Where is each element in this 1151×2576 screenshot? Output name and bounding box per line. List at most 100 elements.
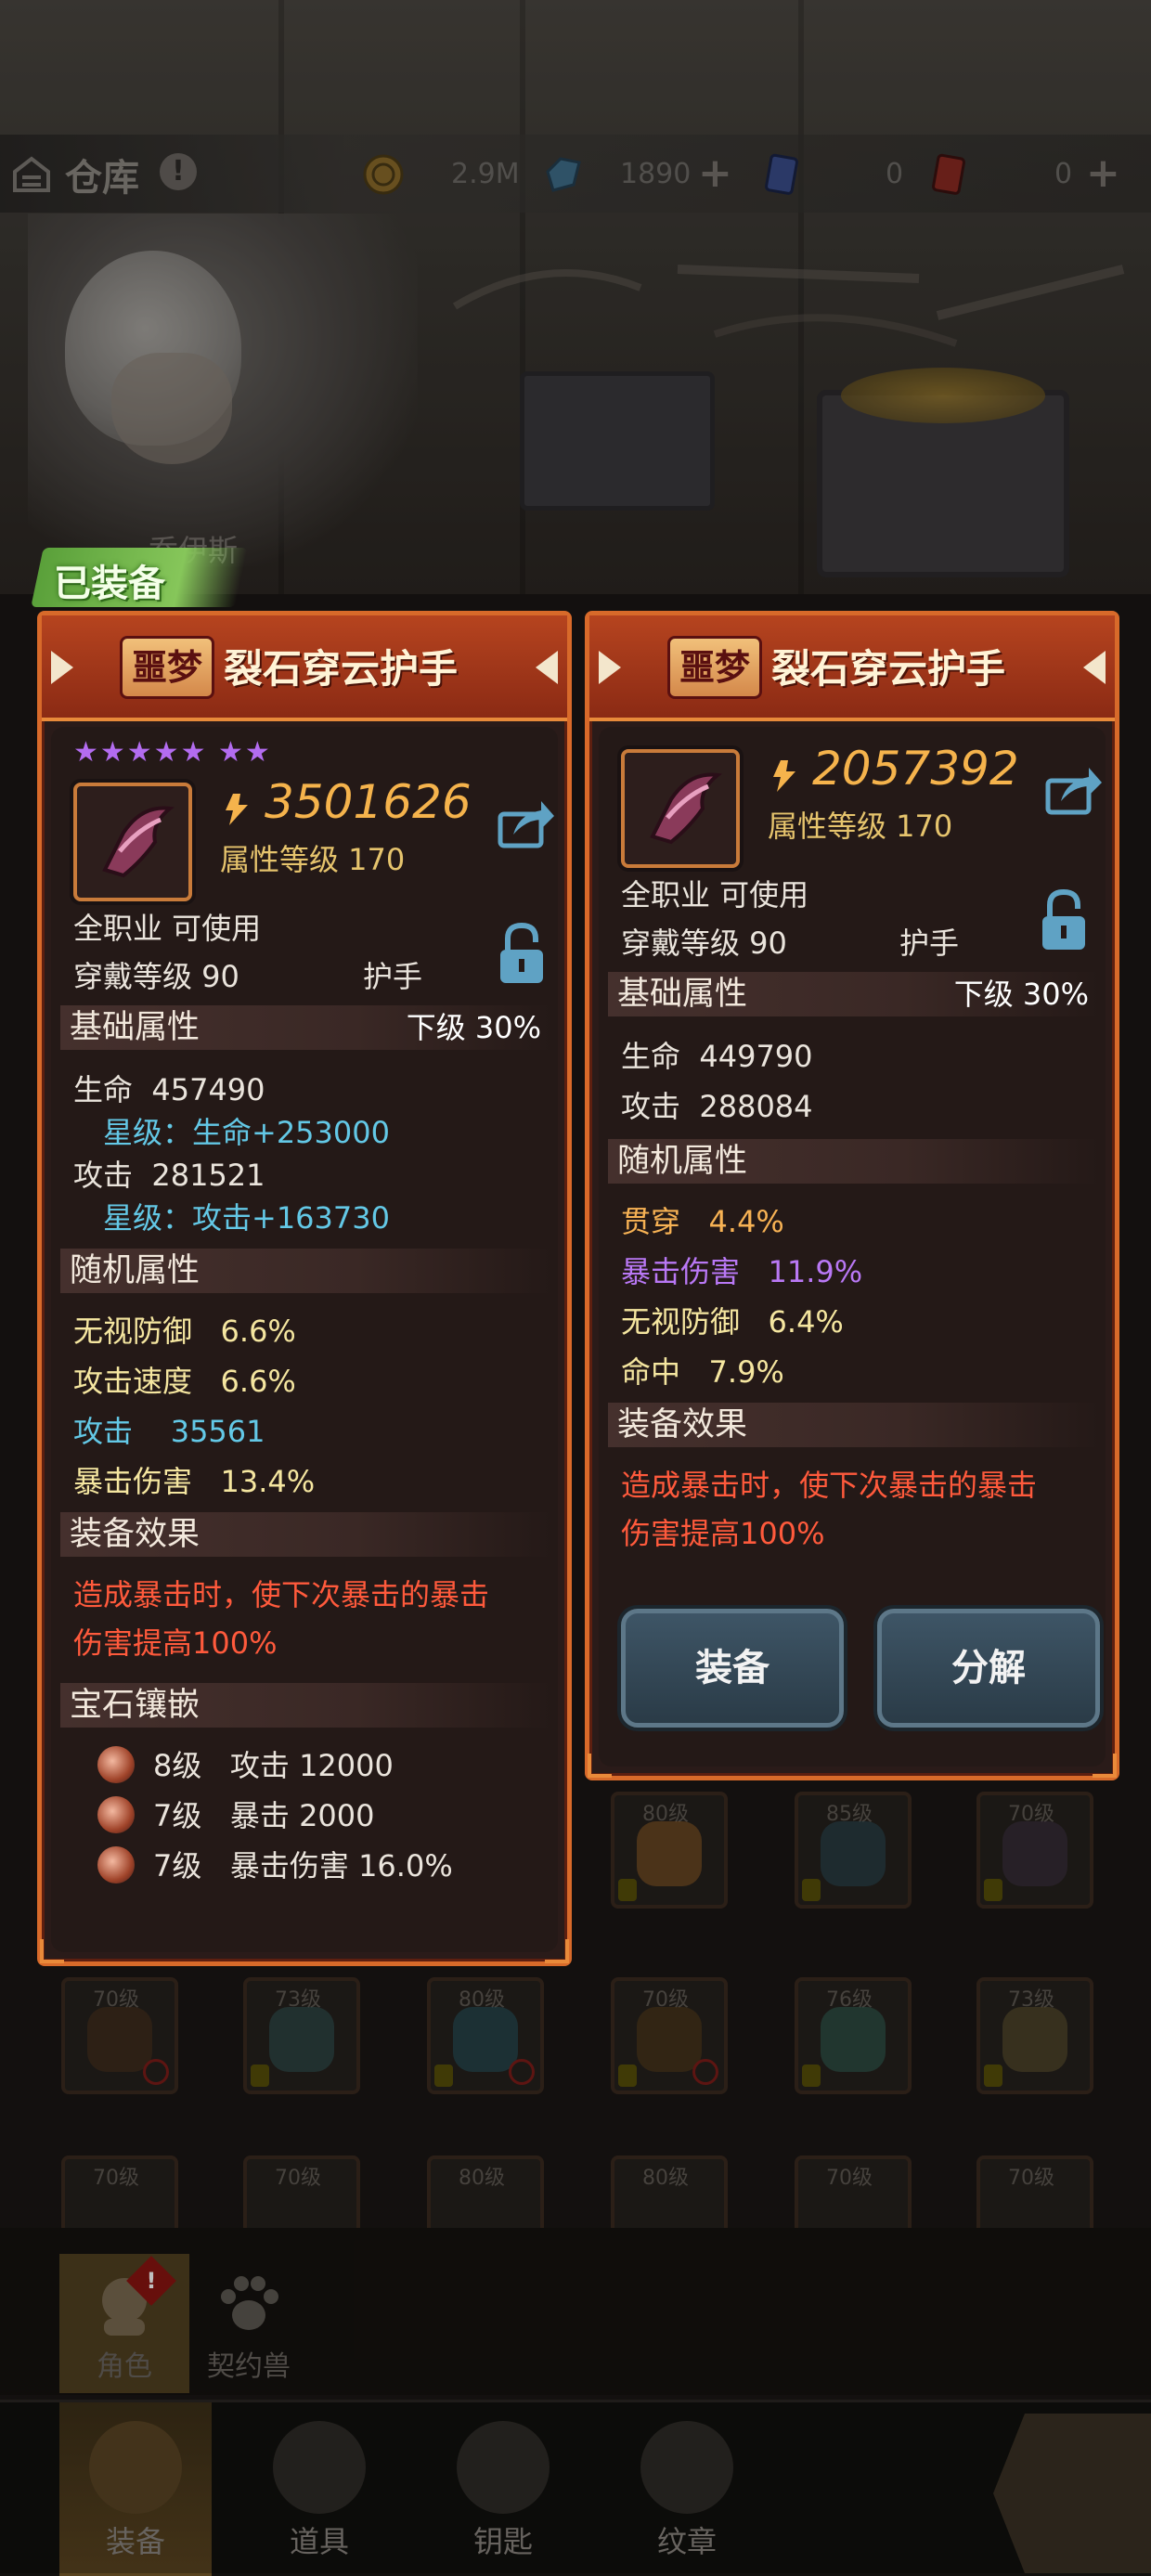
slot-level: 70级 [826, 2167, 873, 2190]
inventory-slot[interactable]: 85级 [795, 1792, 912, 1909]
category-subtabs: ! 角色 契约兽 [0, 2228, 1151, 2395]
base-attr-section: 基础属性 下级 30% [60, 1005, 552, 1050]
nav-label: 钥匙 [472, 2524, 533, 2559]
stat-name: 生命 [73, 1072, 134, 1107]
nav-equip[interactable]: 装备 [59, 2402, 212, 2576]
blue-ticket-amount: 0 [886, 158, 904, 190]
inventory-slot[interactable]: 80级 [427, 1977, 544, 2094]
inventory-slot[interactable]: 73级 [243, 1977, 360, 2094]
hero-face [111, 353, 232, 464]
item-card-body: 2057392 属性等级 170 全职业 可使用 穿戴等级 90 护手 基础属性… [599, 727, 1106, 1767]
item-icon-frame [73, 783, 192, 901]
nav-label: 纹章 [656, 2524, 717, 2559]
random-stat-row: 命中 7.9% [621, 1354, 784, 1390]
equip-button[interactable]: 装备 [621, 1609, 844, 1728]
treasure-chest-illustration [817, 368, 1069, 577]
section-title: 宝石镶嵌 [70, 1687, 200, 1724]
random-attr-section: 随机属性 [60, 1249, 552, 1293]
inventory-slot[interactable]: 70级 [795, 2155, 912, 2237]
diamond-amount: 1890 [620, 158, 692, 190]
star-bonus: 星级：生命+253000 [103, 1115, 390, 1150]
stat-row: 生命 457490 [73, 1067, 265, 1109]
nav-items[interactable]: 道具 [243, 2402, 395, 2576]
item-icon-frame [621, 749, 740, 868]
base-grade: 下级 30% [953, 977, 1089, 1012]
help-icon[interactable]: ! [160, 153, 197, 190]
inventory-slot[interactable]: 70级 [61, 2155, 178, 2237]
share-icon[interactable] [1044, 764, 1104, 816]
inventory-slot[interactable]: 70级 [243, 2155, 360, 2237]
power-icon [226, 794, 248, 825]
random-stat-row: 贯穿 4.4% [621, 1204, 784, 1239]
random-stat-row: 暴击伤害 11.9% [621, 1254, 863, 1289]
inventory-slot[interactable]: 80级 [611, 2155, 728, 2237]
attribute-level: 属性等级 170 [768, 809, 953, 844]
class-restriction: 全职业 可使用 [73, 911, 262, 946]
inventory-slot[interactable]: 70级 [976, 2155, 1093, 2237]
forbidden-icon [143, 2059, 169, 2085]
gauntlet-icon [650, 772, 722, 845]
item-name: 裂石穿云护手 [224, 646, 459, 692]
alert-badge: ! [126, 2256, 176, 2306]
previous-arrow-icon[interactable] [51, 651, 73, 684]
stat-row: 生命 449790 [621, 1039, 813, 1074]
item-card-header: 噩梦 裂石穿云护手 [589, 615, 1115, 721]
compare-item-card: 噩梦 裂石穿云护手 2057392 属性等级 170 全职业 可使用 穿戴等级 … [585, 611, 1119, 1780]
power-icon [773, 760, 795, 792]
inventory-slot[interactable]: 76级 [795, 1977, 912, 2094]
key-icon [457, 2421, 550, 2514]
add-diamond-button[interactable]: + [698, 153, 732, 194]
nav-label: 装备 [105, 2524, 165, 2559]
item-art [637, 1821, 702, 1886]
gold-amount: 2.9M [451, 158, 520, 190]
gold-coin-icon [363, 154, 404, 195]
slot-type: 护手 [899, 926, 960, 961]
gem-row: 8级 攻击 12000 [153, 1748, 394, 1783]
item-art [453, 2007, 518, 2072]
unlock-icon[interactable] [497, 922, 547, 987]
item-art [637, 2007, 702, 2072]
warehouse-background: 乔伊斯 [0, 0, 1151, 594]
slot-level: 80级 [642, 2167, 689, 2190]
slot-level: 70级 [93, 2167, 139, 2190]
rarity-badge: 噩梦 [120, 636, 215, 699]
previous-arrow-icon[interactable] [599, 651, 621, 684]
star-bonus: 星级：攻击+163730 [103, 1200, 390, 1236]
add-red-ticket-button[interactable]: + [1086, 153, 1120, 194]
subtab-pet[interactable]: 契约兽 [184, 2254, 314, 2393]
slot-level: 70级 [275, 2167, 321, 2190]
next-arrow-icon[interactable] [1083, 651, 1106, 684]
inventory-slot[interactable]: 80级 [611, 1792, 728, 1909]
inventory-slot[interactable]: 70级 [61, 1977, 178, 2094]
effect-text: 伤害提高100% [73, 1625, 278, 1661]
random-stat-row: 无视防御 6.6% [73, 1314, 296, 1349]
item-art [1002, 1821, 1067, 1886]
section-title: 装备效果 [617, 1406, 748, 1443]
chest-icon [273, 2421, 366, 2514]
item-art [1002, 2007, 1067, 2072]
dismantle-button[interactable]: 分解 [877, 1609, 1100, 1728]
gem-icon [97, 1796, 135, 1833]
gem-icon [97, 1746, 135, 1783]
lock-icon [251, 2065, 269, 2087]
subtab-role[interactable]: ! 角色 [59, 2254, 189, 2393]
nav-emblem[interactable]: 纹章 [611, 2402, 763, 2576]
inventory-slot[interactable]: 70级 [611, 1977, 728, 2094]
gem-row: 7级 暴击 2000 [153, 1798, 375, 1833]
share-icon[interactable] [497, 797, 556, 849]
item-art [821, 1821, 886, 1886]
inventory-slot[interactable]: 73级 [976, 1977, 1093, 2094]
top-bar: 仓库 ! 2.9M 1890 + 0 0 + [0, 135, 1151, 213]
lock-icon [802, 1879, 821, 1901]
lock-icon [984, 1879, 1002, 1901]
red-ticket-icon [932, 153, 965, 195]
forward-arrow-button[interactable] [993, 2414, 1151, 2573]
inventory-slot[interactable]: 70级 [976, 1792, 1093, 1909]
inventory-slot[interactable]: 80级 [427, 2155, 544, 2237]
random-attr-section: 随机属性 [608, 1139, 1100, 1184]
slot-level: 70级 [1008, 2167, 1054, 2190]
star-rating: ★★★★★ ★★ [73, 736, 272, 769]
unlock-icon[interactable] [1039, 888, 1089, 953]
next-arrow-icon[interactable] [536, 651, 558, 684]
nav-keys[interactable]: 钥匙 [427, 2402, 579, 2576]
